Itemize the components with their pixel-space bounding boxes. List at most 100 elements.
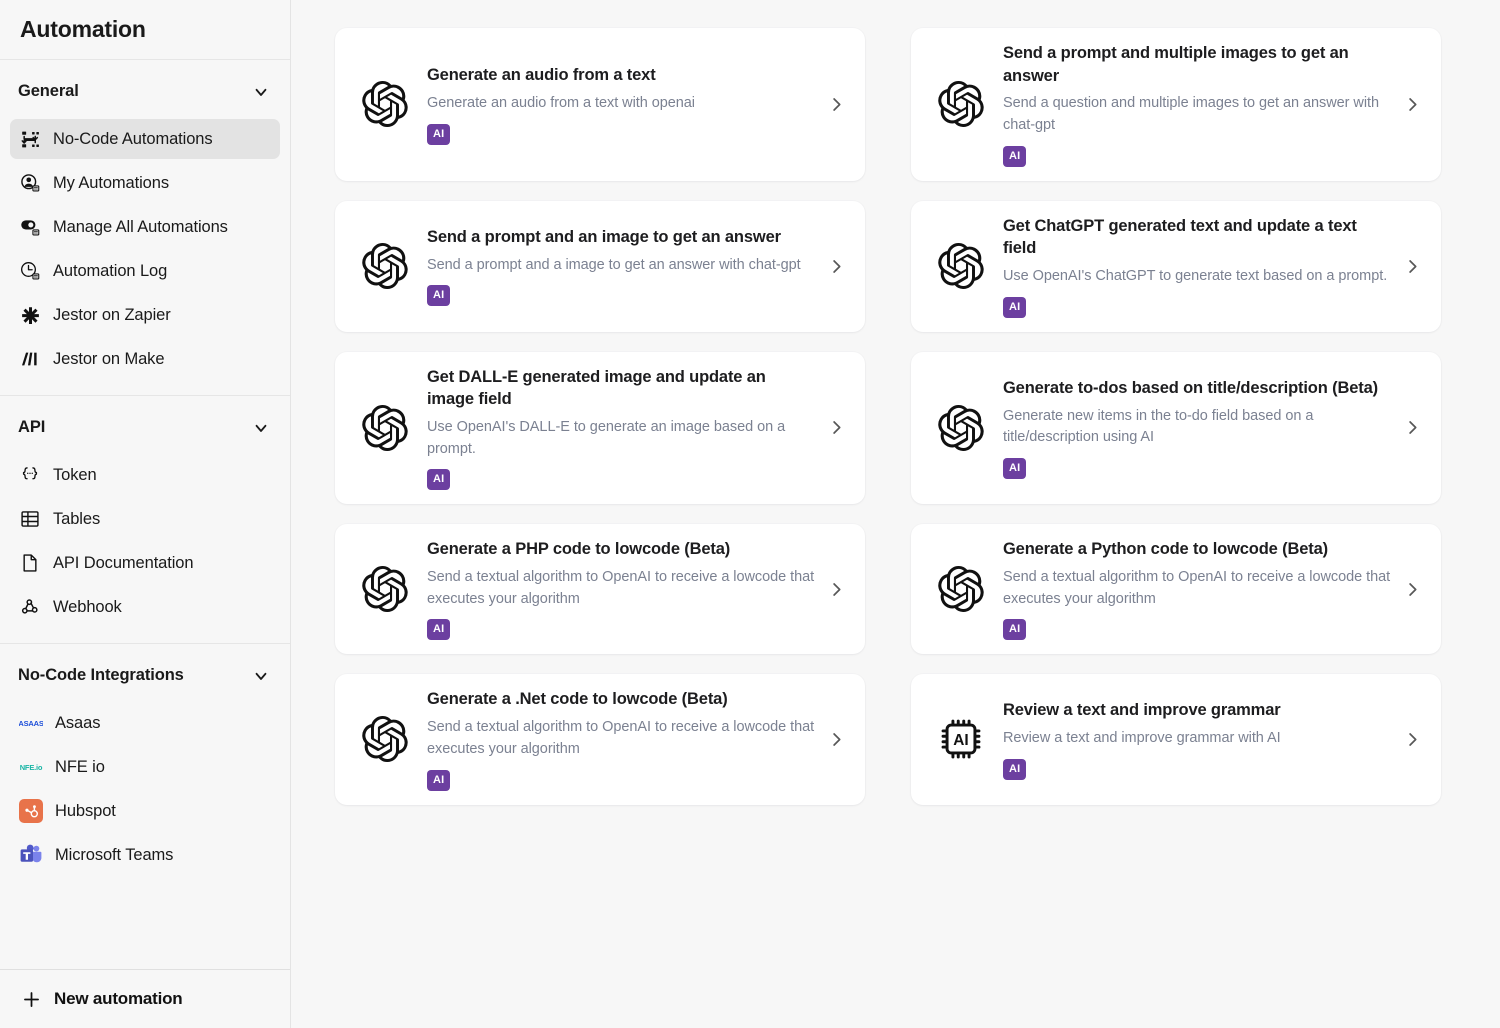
status-badge: AI <box>1003 458 1027 480</box>
section-label: General <box>18 82 79 100</box>
chevron-down-icon[interactable] <box>252 419 270 437</box>
sidebar-item-webhook[interactable]: Webhook <box>10 587 280 627</box>
sidebar-item-tables[interactable]: Tables <box>10 499 280 539</box>
automation-card-title: Generate an audio from a text <box>427 66 656 85</box>
chevron-right-icon[interactable] <box>1401 255 1423 277</box>
sidebar-item-label: Asaas <box>55 713 101 732</box>
status-badge: AI <box>1003 758 1027 780</box>
automation-card[interactable]: AI Review a text and improve grammar Rev… <box>911 674 1441 805</box>
automation-card[interactable]: Get ChatGPT generated text and update a … <box>911 200 1441 332</box>
status-badge: AI <box>1003 296 1027 318</box>
status-badge: AI <box>427 123 451 145</box>
automation-card-body: Get DALL-E generated image and update an… <box>427 366 825 491</box>
automation-card[interactable]: Generate to-dos based on title/descripti… <box>911 351 1441 505</box>
automation-card[interactable]: Generate an audio from a text Generate a… <box>335 28 865 181</box>
sidebar-item-hubspot[interactable]: Hubspot <box>10 791 280 831</box>
chevron-right-icon[interactable] <box>1401 728 1423 750</box>
section-header-general[interactable]: General <box>0 60 290 115</box>
chevron-right-icon[interactable] <box>1401 417 1423 439</box>
automation-card-title: Generate to-dos based on title/descripti… <box>1003 378 1378 397</box>
automation-card-description: Send a question and multiple images to g… <box>1003 95 1379 133</box>
make-logo-icon <box>19 348 41 370</box>
automation-card-title: Send a prompt and multiple images to get… <box>1003 44 1349 85</box>
openai-logo-icon <box>933 400 989 456</box>
main-content: Generate an audio from a text Generate a… <box>291 0 1500 1028</box>
microsoft-teams-logo-icon <box>19 843 43 867</box>
sidebar-header: Automation <box>0 0 290 60</box>
sidebar-item-label: Hubspot <box>55 801 116 820</box>
openai-logo-icon <box>933 76 989 132</box>
sidebar-item-label: Manage All Automations <box>53 217 228 236</box>
automation-card[interactable]: Generate a PHP code to lowcode (Beta) Se… <box>335 524 865 655</box>
sidebar-item-no-code-automations[interactable]: No-Code Automations <box>10 119 280 159</box>
sidebar-item-manage-all-automations[interactable]: Manage All Automations <box>10 207 280 247</box>
automation-card-description: Send a prompt and a image to get an answ… <box>427 256 801 273</box>
automation-card-body: Get ChatGPT generated text and update a … <box>1003 215 1401 318</box>
document-page-icon <box>19 552 41 574</box>
sidebar-item-jestor-on-zapier[interactable]: Jestor on Zapier <box>10 295 280 335</box>
flow-diagram-icon <box>19 128 41 150</box>
automation-card-title: Send a prompt and an image to get an ans… <box>427 227 781 246</box>
sidebar-scroll-area[interactable]: General No-Code Automations My Automatio… <box>0 60 290 969</box>
automation-card-description: Send a textual algorithm to OpenAI to re… <box>427 568 815 607</box>
sidebar-item-asaas[interactable]: ASAAS Asaas <box>10 703 280 743</box>
table-grid-icon <box>19 508 41 530</box>
chevron-down-icon[interactable] <box>252 83 270 101</box>
automation-card[interactable]: Send a prompt and an image to get an ans… <box>335 200 865 332</box>
sidebar-item-jestor-on-make[interactable]: Jestor on Make <box>10 339 280 379</box>
automation-card[interactable]: Send a prompt and multiple images to get… <box>911 28 1441 181</box>
automation-card[interactable]: Generate a Python code to lowcode (Beta)… <box>911 524 1441 655</box>
sidebar-item-microsoft-teams[interactable]: Microsoft Teams <box>10 835 280 875</box>
page-title: Automation <box>20 16 146 42</box>
automation-card-body: Send a prompt and multiple images to get… <box>1003 42 1401 167</box>
new-automation-button[interactable]: New automation <box>0 969 290 1028</box>
sidebar-section-api: API Token Tables API Documentation Webho… <box>0 396 290 644</box>
chevron-down-icon[interactable] <box>252 667 270 685</box>
section-header-no-code-integrations[interactable]: No-Code Integrations <box>0 644 290 699</box>
automation-card-body: Review a text and improve grammar Review… <box>1003 699 1401 780</box>
sidebar-item-label: Token <box>53 465 97 484</box>
automation-card[interactable]: Get DALL-E generated image and update an… <box>335 351 865 505</box>
toggle-circle-icon <box>19 216 41 238</box>
sidebar-item-label: No-Code Automations <box>53 129 213 148</box>
automation-card-title: Generate a PHP code to lowcode (Beta) <box>427 540 731 559</box>
user-circle-icon <box>19 172 41 194</box>
hubspot-logo-icon <box>19 799 43 823</box>
automation-card-body: Generate a Python code to lowcode (Beta)… <box>1003 538 1401 641</box>
sidebar-item-my-automations[interactable]: My Automations <box>10 163 280 203</box>
chevron-right-icon[interactable] <box>825 417 847 439</box>
sidebar-section-general: General No-Code Automations My Automatio… <box>0 60 290 396</box>
chevron-right-icon[interactable] <box>825 728 847 750</box>
section-header-api[interactable]: API <box>0 396 290 451</box>
openai-logo-icon <box>357 76 413 132</box>
openai-logo-icon <box>357 711 413 767</box>
automation-card-title: Get ChatGPT generated text and update a … <box>1003 216 1357 258</box>
automation-card-grid: Generate an audio from a text Generate a… <box>335 28 1441 805</box>
status-badge: AI <box>427 469 451 491</box>
sidebar: Automation General No-Code Automations M… <box>0 0 291 1028</box>
automation-card-description: Review a text and improve grammar with A… <box>1003 729 1281 746</box>
sidebar-item-label: Jestor on Zapier <box>53 305 171 324</box>
svg-text:AI: AI <box>953 733 968 750</box>
chevron-right-icon[interactable] <box>825 93 847 115</box>
section-label: No-Code Integrations <box>18 666 184 684</box>
chevron-right-icon[interactable] <box>1401 93 1423 115</box>
new-automation-label: New automation <box>54 989 183 1008</box>
ai-chip-icon: AI <box>933 711 989 767</box>
status-badge: AI <box>427 285 451 307</box>
sidebar-item-api-documentation[interactable]: API Documentation <box>10 543 280 583</box>
plus-icon <box>20 988 42 1010</box>
chevron-right-icon[interactable] <box>825 578 847 600</box>
sidebar-item-nfe-io[interactable]: NFE.io NFE io <box>10 747 280 787</box>
automation-card-body: Send a prompt and an image to get an ans… <box>427 226 825 307</box>
automation-card-title: Get DALL-E generated image and update an… <box>427 367 766 409</box>
sidebar-item-label: Microsoft Teams <box>55 845 174 864</box>
sidebar-item-label: Webhook <box>53 597 122 616</box>
chevron-right-icon[interactable] <box>1401 578 1423 600</box>
sidebar-item-token[interactable]: Token <box>10 455 280 495</box>
automation-card-body: Generate a .Net code to lowcode (Beta) S… <box>427 688 825 791</box>
sidebar-item-automation-log[interactable]: Automation Log <box>10 251 280 291</box>
automation-card[interactable]: Generate a .Net code to lowcode (Beta) S… <box>335 674 865 805</box>
automation-card-title: Review a text and improve grammar <box>1003 701 1281 720</box>
chevron-right-icon[interactable] <box>825 255 847 277</box>
